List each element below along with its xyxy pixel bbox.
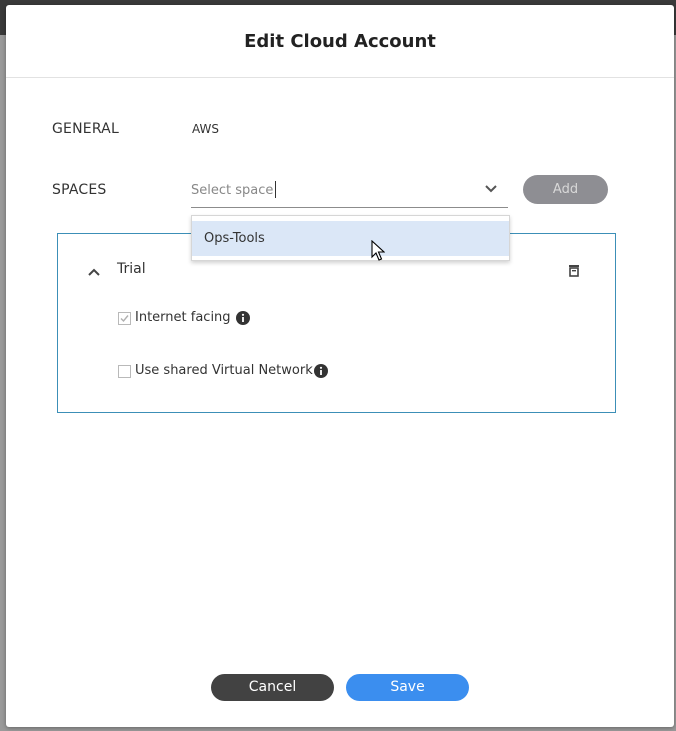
save-button[interactable]: Save xyxy=(346,674,469,701)
space-select[interactable]: Select space xyxy=(191,175,508,208)
internet-facing-checkbox[interactable] xyxy=(118,312,131,325)
space-select-input[interactable]: Select space xyxy=(191,181,277,198)
modal-header: Edit Cloud Account xyxy=(6,5,674,78)
chevron-up-icon[interactable] xyxy=(87,267,101,277)
space-dropdown-menu: Ops-Tools xyxy=(191,215,510,261)
text-caret xyxy=(275,181,277,198)
chevron-down-icon[interactable] xyxy=(484,182,498,196)
dropdown-option-ops-tools[interactable]: Ops-Tools xyxy=(192,221,509,256)
trash-icon[interactable] xyxy=(568,264,580,277)
general-value: AWS xyxy=(192,122,220,136)
general-label: GENERAL xyxy=(52,121,119,137)
shared-virtual-network-checkbox[interactable] xyxy=(118,365,131,378)
cancel-button[interactable]: Cancel xyxy=(211,674,334,701)
mouse-cursor-icon xyxy=(371,240,385,261)
dropdown-option-label: Ops-Tools xyxy=(204,231,265,246)
checkmark-icon xyxy=(120,315,129,323)
info-icon[interactable] xyxy=(314,364,328,378)
internet-facing-label: Internet facing xyxy=(135,310,231,325)
spaces-label: SPACES xyxy=(52,182,107,198)
edit-cloud-account-modal: Edit Cloud Account GENERAL AWS SPACES Se… xyxy=(6,5,674,727)
shared-virtual-network-label: Use shared Virtual Network xyxy=(135,363,313,378)
info-icon[interactable] xyxy=(236,311,250,325)
add-space-button[interactable]: Add xyxy=(523,175,608,204)
space-panel-title: Trial xyxy=(117,261,146,277)
modal-title: Edit Cloud Account xyxy=(244,31,436,52)
space-select-placeholder: Select space xyxy=(191,183,274,198)
